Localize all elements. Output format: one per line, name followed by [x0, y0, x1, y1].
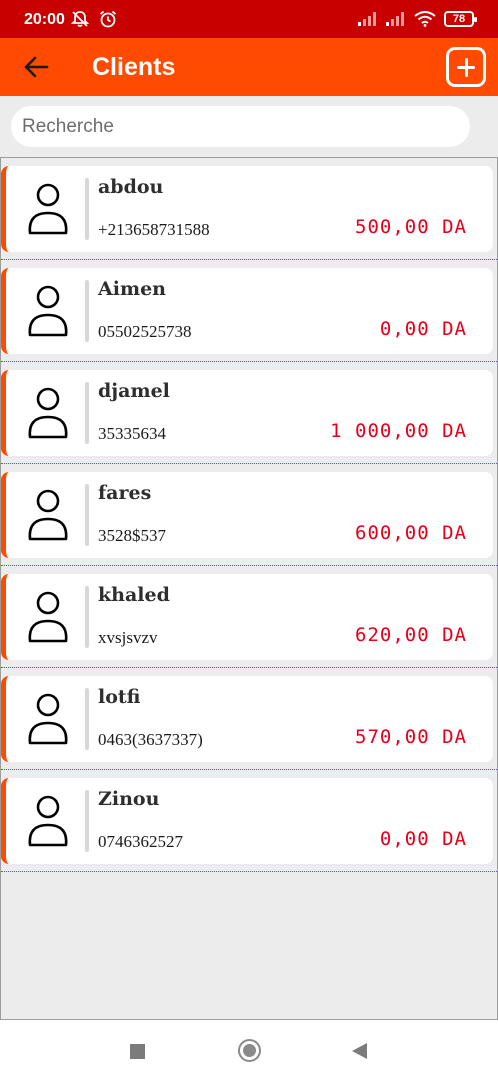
- page-title: Clients: [92, 53, 176, 81]
- client-phone: xvsjsvzv: [98, 628, 158, 647]
- wifi-icon: [414, 11, 436, 27]
- client-phone: +213658731588: [98, 220, 210, 239]
- status-time: 20:00: [24, 11, 65, 28]
- client-name: lotfi: [98, 686, 141, 708]
- user-avatar-icon: [28, 693, 68, 745]
- client-card[interactable]: Aimen 05502525738 0,00 DA: [1, 268, 493, 354]
- battery-icon: 78: [444, 11, 477, 27]
- client-phone: 0463(3637337): [98, 730, 203, 749]
- client-amount: 0,00 DA: [379, 828, 467, 850]
- list-item: Zinou 0746362527 0,00 DA: [1, 770, 497, 872]
- client-card[interactable]: fares 3528$537 600,00 DA: [1, 472, 493, 558]
- divider: [85, 178, 89, 240]
- list-item: khaled xvsjsvzv 620,00 DA: [1, 566, 497, 668]
- client-name: Zinou: [98, 788, 160, 810]
- user-avatar-icon: [28, 591, 68, 643]
- nav-recents-icon[interactable]: [130, 1044, 145, 1059]
- alarm-icon: [99, 10, 117, 28]
- client-card[interactable]: djamel 35335634 1 000,00 DA: [1, 370, 493, 456]
- signal-icon: [358, 12, 376, 26]
- app-bar: Clients: [0, 38, 498, 96]
- client-amount: 620,00 DA: [355, 624, 467, 646]
- add-client-button[interactable]: [446, 47, 486, 87]
- list-item: lotfi 0463(3637337) 570,00 DA: [1, 668, 497, 770]
- search-input[interactable]: [11, 106, 470, 147]
- client-amount: 0,00 DA: [379, 318, 467, 340]
- client-amount: 500,00 DA: [355, 216, 467, 238]
- client-phone: 35335634: [98, 424, 166, 443]
- client-phone: 3528$537: [98, 526, 166, 545]
- client-phone: 0746362527: [98, 832, 183, 851]
- client-card[interactable]: Zinou 0746362527 0,00 DA: [1, 778, 493, 864]
- client-amount: 600,00 DA: [355, 522, 467, 544]
- client-card[interactable]: lotfi 0463(3637337) 570,00 DA: [1, 676, 493, 762]
- divider: [85, 790, 89, 852]
- user-avatar-icon: [28, 795, 68, 847]
- user-avatar-icon: [28, 489, 68, 541]
- list-item: abdou +213658731588 500,00 DA: [1, 158, 497, 260]
- list-item: fares 3528$537 600,00 DA: [1, 464, 497, 566]
- user-avatar-icon: [28, 285, 68, 337]
- client-name: Aimen: [98, 278, 166, 300]
- search-bar: [11, 106, 470, 147]
- client-name: khaled: [98, 584, 170, 606]
- back-arrow-icon[interactable]: [22, 52, 52, 82]
- client-amount: 1 000,00 DA: [330, 420, 467, 442]
- divider: [85, 586, 89, 648]
- nav-home-icon[interactable]: [238, 1039, 261, 1062]
- client-name: fares: [98, 482, 152, 504]
- signal-icon-2: [386, 12, 404, 26]
- user-avatar-icon: [28, 387, 68, 439]
- client-card[interactable]: abdou +213658731588 500,00 DA: [1, 166, 493, 252]
- client-list[interactable]: abdou +213658731588 500,00 DA Aimen 0550…: [0, 157, 498, 1020]
- list-item: djamel 35335634 1 000,00 DA: [1, 362, 497, 464]
- divider: [85, 688, 89, 750]
- list-item: Aimen 05502525738 0,00 DA: [1, 260, 497, 362]
- client-name: djamel: [98, 380, 170, 402]
- divider: [85, 382, 89, 444]
- divider: [85, 280, 89, 342]
- client-card[interactable]: khaled xvsjsvzv 620,00 DA: [1, 574, 493, 660]
- battery-level: 78: [452, 13, 466, 25]
- divider: [85, 484, 89, 546]
- client-amount: 570,00 DA: [355, 726, 467, 748]
- nav-back-icon[interactable]: [352, 1043, 367, 1059]
- client-name: abdou: [98, 176, 164, 198]
- user-avatar-icon: [28, 183, 68, 235]
- mute-notifications-icon: [70, 11, 90, 27]
- status-bar: 20:00 78: [0, 0, 498, 38]
- client-phone: 05502525738: [98, 322, 192, 341]
- row-separator: [1, 871, 497, 872]
- system-nav-bar: [0, 1020, 498, 1080]
